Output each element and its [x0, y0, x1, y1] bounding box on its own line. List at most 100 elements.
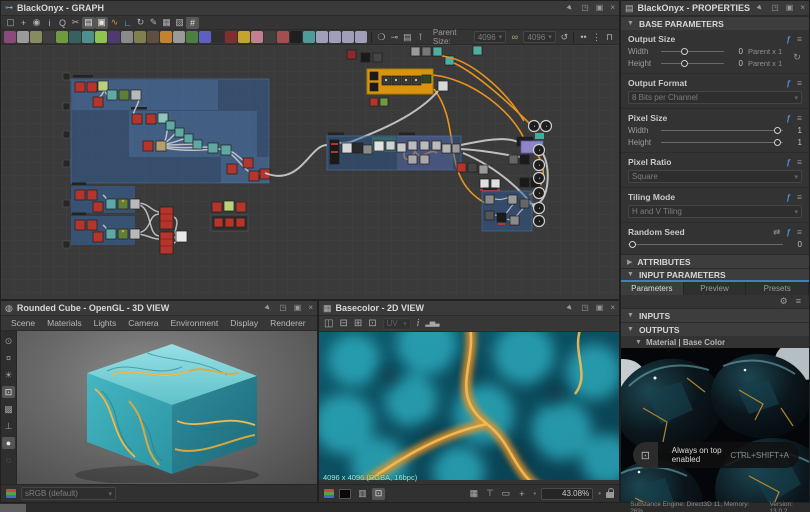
node-palette-icon[interactable] [43, 31, 55, 43]
width-value[interactable]: 0 [729, 47, 743, 56]
tab-parameters[interactable]: Parameters [621, 282, 684, 295]
float-window-icon[interactable]: ◳ [279, 304, 287, 312]
random-seed-slider[interactable] [628, 240, 783, 248]
menu-item[interactable]: Scene [5, 316, 41, 330]
node-palette-icon[interactable] [56, 31, 68, 43]
tile-view-icon[interactable]: ⊡ [372, 488, 385, 500]
tool-pen-icon[interactable]: ✎ [147, 17, 160, 29]
close-icon[interactable]: × [610, 304, 615, 312]
pattern-icon[interactable]: ▩ [2, 403, 15, 415]
snap-icon[interactable]: ⊓ [603, 31, 616, 43]
paint-icon[interactable]: ▨ [173, 17, 186, 29]
pixel-height-slider[interactable] [661, 138, 783, 146]
grayscale-icon[interactable]: ▥ [356, 488, 369, 500]
width-mode[interactable]: Parent x 1 [748, 47, 792, 56]
save-image-icon[interactable]: ⊟ [339, 319, 347, 329]
tiling-mode-dropdown[interactable]: H and V Tiling ▾ [628, 205, 802, 218]
frame-tool-icon[interactable] [316, 31, 328, 43]
zoom-out-dot[interactable]: • [533, 489, 536, 498]
maximize-icon[interactable]: ▣ [596, 304, 604, 312]
function-icon[interactable]: ƒ [786, 157, 791, 167]
compact-view-icon[interactable]: ▣ [95, 17, 108, 29]
options-menu-icon[interactable]: ≡ [797, 113, 802, 123]
pin-node-icon[interactable]: ⊺ [414, 31, 427, 43]
node-palette-icon[interactable] [264, 31, 276, 43]
node-palette-icon[interactable] [121, 31, 133, 43]
maximize-icon[interactable]: ▣ [294, 304, 302, 312]
pan-icon[interactable]: + [17, 17, 30, 29]
node-palette-icon[interactable] [30, 31, 42, 43]
node-palette-icon[interactable] [17, 31, 29, 43]
shuffle-icon[interactable]: ⇄ [773, 227, 780, 238]
frame-tool-icon[interactable] [355, 31, 367, 43]
sphere-icon[interactable]: ● [2, 437, 15, 449]
colorspace-dropdown[interactable]: sRGB (default) ▾ [21, 487, 116, 500]
options-menu-icon[interactable]: ≡ [797, 157, 802, 167]
function-icon[interactable]: ƒ [786, 192, 791, 202]
cut-link-icon[interactable]: ✂ [69, 17, 82, 29]
node-palette-icon[interactable] [290, 31, 302, 43]
maximize-icon[interactable]: ▣ [786, 4, 794, 12]
search-icon[interactable]: Q [56, 17, 69, 29]
camera-icon[interactable]: ⊙ [2, 335, 15, 347]
node-palette-icon[interactable] [212, 31, 224, 43]
frame-select-icon[interactable]: ▢ [4, 17, 17, 29]
axis-icon[interactable]: ⊥ [2, 420, 15, 432]
section-outputs[interactable]: ▼ OUTPUTS [621, 322, 809, 336]
menu-item[interactable]: Lights [88, 316, 123, 330]
menu-item[interactable]: Renderer [264, 316, 311, 330]
output-format-dropdown[interactable]: 8 Bits per Channel ▾ [628, 91, 802, 104]
output-material-base-color[interactable]: ▼ Material | Base Color [621, 336, 809, 348]
float-window-icon[interactable]: ◳ [771, 4, 779, 12]
parent-size-height-dropdown[interactable]: 4096▾ [523, 31, 555, 43]
float-window-icon[interactable]: ◳ [581, 304, 589, 312]
node-palette-icon[interactable] [82, 31, 94, 43]
pixel-width-slider[interactable] [661, 126, 783, 134]
function-icon[interactable]: ƒ [786, 113, 791, 123]
menu-item[interactable]: Materials [41, 316, 87, 330]
uv-dropdown[interactable]: UV ▾ [383, 318, 411, 330]
node-palette-icon[interactable] [160, 31, 172, 43]
function-icon[interactable]: ƒ [786, 78, 791, 88]
options-menu-icon[interactable]: ≡ [797, 227, 802, 238]
histogram-icon[interactable]: ▂▅▃ [425, 320, 438, 327]
node-palette-icon[interactable] [277, 31, 289, 43]
align-horizontal-icon[interactable]: •• [577, 31, 590, 43]
zoom-level-field[interactable]: 43.08% [541, 488, 593, 500]
node-palette-icon[interactable] [95, 31, 107, 43]
close-icon[interactable]: × [308, 304, 313, 312]
section-attributes[interactable]: ▶ ATTRIBUTES [621, 254, 809, 268]
menu-item[interactable]: Display [224, 316, 264, 330]
lock-zoom-icon[interactable] [606, 492, 614, 498]
pin-icon[interactable]: ▼ [565, 2, 576, 13]
list-options-icon[interactable]: ≡ [796, 297, 801, 306]
section-inputs[interactable]: ▼ INPUTS [621, 308, 809, 322]
view3d-viewport[interactable] [17, 331, 317, 484]
resize-grip[interactable] [0, 504, 26, 512]
node-palette-icon[interactable] [199, 31, 211, 43]
function-icon[interactable]: ƒ [786, 34, 791, 44]
function-icon[interactable]: ƒ [786, 227, 791, 238]
node-palette-icon[interactable] [147, 31, 159, 43]
options-menu-icon[interactable]: ≡ [797, 192, 802, 202]
curved-link-icon[interactable]: ∿ [108, 17, 121, 29]
comment-icon[interactable]: ❍ [375, 31, 388, 43]
float-window-icon[interactable]: ◳ [581, 4, 589, 12]
height-value[interactable]: 0 [729, 59, 743, 68]
copy-image-icon[interactable]: ⊞ [354, 319, 362, 329]
pixel-width-value[interactable]: 1 [788, 126, 802, 135]
center-icon[interactable]: + [515, 488, 528, 500]
card-icon[interactable]: ▤ [401, 31, 414, 43]
height-mode[interactable]: Parent x 1 [748, 59, 792, 68]
image-ground-icon[interactable]: ⊡ [2, 386, 15, 398]
close-icon[interactable]: × [610, 4, 615, 12]
fit-width-icon[interactable]: ⊤ [483, 488, 496, 500]
export-image-icon[interactable]: ◫ [324, 319, 333, 329]
screenshot-icon[interactable]: ◉ [30, 17, 43, 29]
menu-item[interactable]: Camera [122, 316, 164, 330]
grid-snap-icon[interactable]: # [186, 17, 199, 29]
section-base-parameters[interactable]: ▼ BASE PARAMETERS [621, 16, 809, 30]
basecolor-preview[interactable]: ⊡ Always on top enabled CTRL+SHIFT+A [621, 348, 809, 502]
node-palette-icon[interactable] [134, 31, 146, 43]
node-palette-icon[interactable] [303, 31, 315, 43]
